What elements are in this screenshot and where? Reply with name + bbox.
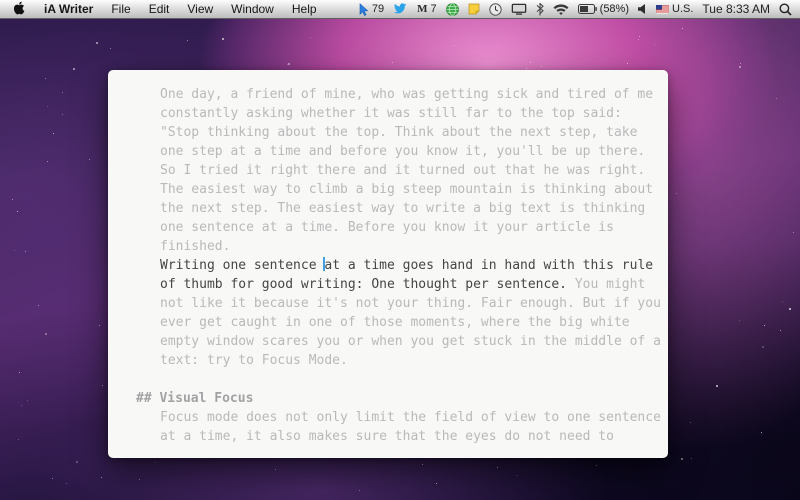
apple-menu[interactable] (0, 0, 35, 18)
dimmed-text: at a time, it also makes sure that the e… (160, 429, 614, 444)
ia-writer-window: One day, a friend of mine, who was getti… (108, 70, 668, 458)
editor-line: one step at a time and before you know i… (160, 142, 650, 161)
editor-line: ## Visual Focus (160, 389, 650, 408)
editor-line: the next step. The easiest way to write … (160, 199, 650, 218)
editor-line: Focus mode does not only limit the field… (160, 408, 650, 427)
dimmed-text: "Stop thinking about the top. Think abou… (160, 125, 637, 140)
menu-bar: iA Writer File Edit View Window Help 79 … (0, 0, 800, 19)
m-app-count: 7 (431, 3, 437, 15)
us-flag-icon (656, 5, 669, 14)
display-icon (511, 3, 527, 15)
dimmed-text: You might (567, 277, 645, 292)
markdown-heading-text: ## Visual Focus (136, 391, 253, 406)
editor-line (160, 370, 650, 389)
battery-icon (578, 4, 597, 14)
focused-sentence-text: of thumb for good writing: One thought p… (160, 277, 567, 292)
twitter-status[interactable] (393, 3, 408, 15)
editor-line: finished. (160, 237, 650, 256)
clock-menu-status[interactable] (489, 3, 502, 16)
pointer-count: 79 (372, 3, 384, 15)
dimmed-text: empty window scares you or when you get … (160, 334, 661, 349)
input-source-status[interactable]: U.S. (656, 3, 693, 15)
dimmed-text: one step at a time and before you know i… (160, 144, 645, 159)
wifi-status[interactable] (553, 4, 569, 15)
menu-edit[interactable]: Edit (140, 0, 179, 18)
app-menu-ia-writer[interactable]: iA Writer (35, 0, 102, 18)
battery-percent: (58%) (600, 3, 629, 15)
input-source-label: U.S. (672, 3, 693, 15)
dimmed-text: The easiest way to climb a big steep mou… (160, 182, 653, 197)
editor-line: "Stop thinking about the top. Think abou… (160, 123, 650, 142)
menu-help[interactable]: Help (283, 0, 326, 18)
dimmed-text: finished. (160, 239, 230, 254)
display-status[interactable] (511, 3, 527, 15)
dimmed-text: one sentence at a time. Before you know … (160, 220, 614, 235)
editor-line: Writing one sentence at a time goes hand… (160, 256, 650, 275)
stickies-status[interactable] (468, 3, 480, 15)
editor-line: text: try to Focus Mode. (160, 351, 650, 370)
menu-file[interactable]: File (102, 0, 139, 18)
clock-text: Tue 8:33 AM (702, 2, 770, 16)
dimmed-text: text: try to Focus Mode. (160, 353, 348, 368)
dimmed-text: constantly asking whether it was still f… (160, 106, 622, 121)
dimmed-text: not like it because it's not your thing.… (160, 296, 661, 311)
volume-icon (638, 4, 647, 14)
twitter-icon (393, 3, 408, 15)
editor-line: one sentence at a time. Before you know … (160, 218, 650, 237)
spotlight-icon (779, 3, 792, 16)
pointer-status[interactable]: 79 (359, 3, 384, 16)
focused-sentence-text: Writing one sentence (160, 258, 324, 273)
editor-line: One day, a friend of mine, who was getti… (160, 85, 650, 104)
editor-line: So I tried it right there and it turned … (160, 161, 650, 180)
stickies-icon (468, 3, 480, 15)
dimmed-text: So I tried it right there and it turned … (160, 163, 645, 178)
menu-clock[interactable]: Tue 8:33 AM (702, 2, 770, 16)
m-app-icon: M (417, 3, 427, 15)
globe-icon (446, 3, 459, 16)
battery-status[interactable]: (58%) (578, 3, 629, 15)
bluetooth-icon (536, 3, 544, 16)
volume-status[interactable] (638, 4, 647, 14)
editor-line: The easiest way to climb a big steep mou… (160, 180, 650, 199)
globe-status[interactable] (446, 3, 459, 16)
editor-line: of thumb for good writing: One thought p… (160, 275, 650, 294)
clock-icon (489, 3, 502, 16)
wifi-icon (553, 4, 569, 15)
spotlight-button[interactable] (779, 3, 792, 16)
apple-logo-icon (14, 1, 26, 18)
editor-line: empty window scares you or when you get … (160, 332, 650, 351)
dimmed-text: Focus mode does not only limit the field… (160, 410, 661, 425)
focused-sentence-text: at a time goes hand in hand with this ru… (324, 258, 653, 273)
editor-line: not like it because it's not your thing.… (160, 294, 650, 313)
editor-text[interactable]: One day, a friend of mine, who was getti… (160, 85, 650, 448)
editor-line: at a time, it also makes sure that the e… (160, 427, 650, 446)
dimmed-text: One day, a friend of mine, who was getti… (160, 87, 653, 102)
menu-window[interactable]: Window (222, 0, 283, 18)
dimmed-text: ever get caught in one of those moments,… (160, 315, 630, 330)
dimmed-text: the next step. The easiest way to write … (160, 201, 645, 216)
pointer-icon (359, 3, 369, 16)
editor-line: ever get caught in one of those moments,… (160, 313, 650, 332)
menu-view[interactable]: View (178, 0, 222, 18)
bluetooth-status[interactable] (536, 3, 544, 16)
m-app-status[interactable]: M 7 (417, 3, 437, 15)
editor-line: constantly asking whether it was still f… (160, 104, 650, 123)
